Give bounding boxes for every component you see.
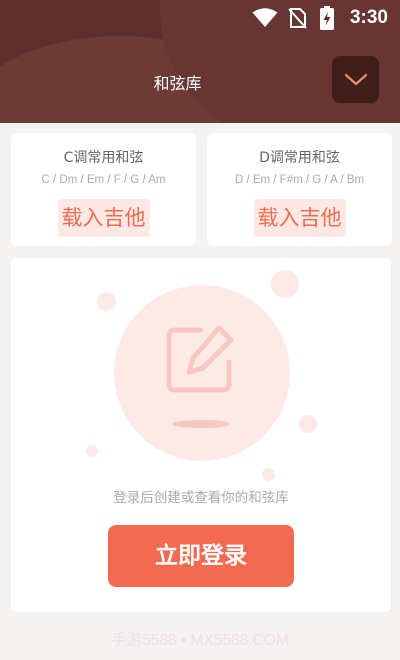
decor-bubble xyxy=(299,415,317,433)
collapse-button[interactable] xyxy=(332,56,379,103)
preset-title: D调常用和弦 xyxy=(259,150,340,166)
load-guitar-button[interactable]: 载入吉他 xyxy=(57,199,150,237)
load-guitar-button[interactable]: 载入吉他 xyxy=(253,199,346,237)
preset-card-c: C调常用和弦 C / Dm / Em / F / G / Am 载入吉他 xyxy=(11,133,196,246)
wifi-icon xyxy=(252,8,278,27)
decor-bubble xyxy=(262,468,275,481)
preset-title: C调常用和弦 xyxy=(63,150,144,166)
empty-state-message: 登录后创建或查看你的和弦库 xyxy=(113,490,289,506)
decor-bubble xyxy=(86,445,98,457)
preset-chords: C / Dm / Em / F / G / Am xyxy=(41,174,166,186)
preset-card-d: D调常用和弦 D / Em / F#m / G / A / Bm 载入吉他 xyxy=(207,133,392,246)
edit-note-icon xyxy=(166,325,234,393)
no-sim-icon xyxy=(288,8,307,29)
status-time: 3:30 xyxy=(349,7,388,28)
preset-chords: D / Em / F#m / G / A / Bm xyxy=(234,174,365,186)
page-title: 和弦库 xyxy=(153,74,202,93)
login-button[interactable]: 立即登录 xyxy=(108,525,294,587)
chevron-down-icon xyxy=(344,73,367,85)
illustration-shadow xyxy=(172,420,230,428)
decor-bubble xyxy=(271,270,299,298)
header: 3:30 和弦库 xyxy=(0,0,400,123)
battery-charging-icon xyxy=(320,6,334,30)
chord-library-panel: 登录后创建或查看你的和弦库 立即登录 xyxy=(11,258,391,612)
status-bar: 3:30 xyxy=(0,0,400,36)
decor-bubble xyxy=(97,292,116,311)
watermark: 手游5588 • MX5588.COM xyxy=(111,632,289,649)
